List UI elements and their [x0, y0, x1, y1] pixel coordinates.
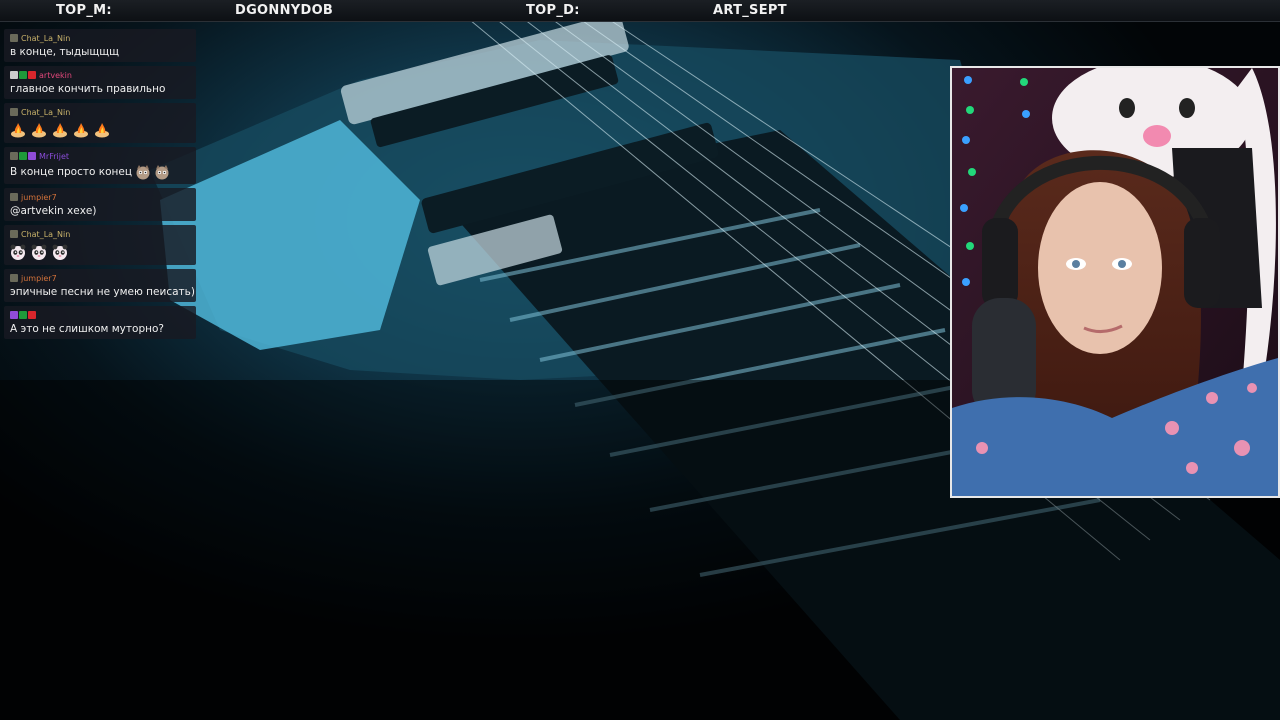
message-header: Chat_La_Nin [10, 106, 190, 118]
top-d-value: ART_SEPT [713, 3, 787, 18]
chat-username[interactable]: Chat_La_Nin [21, 230, 70, 239]
badge-icon [10, 274, 18, 282]
chat-text-content: в конце, тыдыщщщ [10, 46, 120, 58]
panda-emote [31, 244, 47, 260]
chat-text-content: главное кончить правильно [10, 83, 166, 95]
webcam-frame [950, 66, 1280, 498]
cat-emote [155, 165, 169, 180]
chat-text: эпичные песни не умею пеисать) [10, 286, 195, 298]
chat-text: В конце просто конец [10, 164, 190, 180]
badge-icon [10, 230, 18, 238]
chat-username[interactable]: artvekin [39, 71, 72, 80]
streamer-webcam-image [952, 68, 1278, 496]
chat-username[interactable]: jumpier7 [21, 274, 57, 283]
panda-emote [10, 244, 26, 260]
chat-text: в конце, тыдыщщщ [10, 46, 190, 58]
emote-row [10, 243, 190, 261]
chat-username[interactable]: jumpier7 [21, 193, 57, 202]
chat-text: главное кончить правильно [10, 83, 190, 95]
fire-emote [74, 123, 88, 138]
chat-panel: Chat_La_Nin в конце, тыдыщщщ artvekin гл… [4, 29, 196, 343]
message-header: Chat_La_Nin [10, 32, 190, 44]
top-m-label: TOP_M: [56, 3, 112, 18]
top-d-label: TOP_D: [526, 3, 580, 18]
chat-username[interactable]: Chat_La_Nin [21, 108, 70, 117]
panda-emote [52, 244, 68, 260]
chat-username[interactable]: MrFrijet [39, 152, 69, 161]
fire-emote [11, 123, 25, 138]
emote-row [10, 121, 190, 139]
message-header [10, 309, 190, 321]
badge-icon [28, 152, 36, 160]
badge-icon [19, 311, 27, 319]
chat-text-content: В конце просто конец [10, 166, 132, 178]
message-header: Chat_La_Nin [10, 228, 190, 240]
badge-icon [28, 311, 36, 319]
chat-message: artvekin главное кончить правильно [4, 66, 196, 99]
top-donors-bar: TOP_M: DGONNYDOB TOP_D: ART_SEPT [0, 0, 1280, 22]
badge-icon [28, 71, 36, 79]
fire-emote [95, 123, 109, 138]
chat-message: А это не слишком муторно? [4, 306, 196, 339]
cat-emote [136, 165, 150, 180]
message-header: MrFrijet [10, 150, 190, 162]
message-header: jumpier7 [10, 191, 190, 203]
chat-text-content: эпичные песни не умею пеисать) [10, 286, 195, 298]
chat-text: @artvekin хехе) [10, 205, 190, 217]
badge-icon [19, 152, 27, 160]
badge-icon [10, 311, 18, 319]
fire-emote [32, 123, 46, 138]
chat-message: Chat_La_Nin в конце, тыдыщщщ [4, 29, 196, 62]
chat-message: jumpier7 @artvekin хехе) [4, 188, 196, 221]
badge-icon [10, 71, 18, 79]
badge-icon [10, 108, 18, 116]
chat-message: Chat_La_Nin [4, 103, 196, 143]
chat-message: MrFrijet В конце просто конец [4, 147, 196, 184]
message-header: artvekin [10, 69, 190, 81]
chat-message: Chat_La_Nin [4, 225, 196, 265]
badge-icon [10, 152, 18, 160]
fire-emote [53, 123, 67, 138]
chat-text-content: @artvekin хехе) [10, 205, 97, 217]
chat-text: А это не слишком муторно? [10, 323, 190, 335]
chat-text-content: А это не слишком муторно? [10, 323, 164, 335]
message-header: jumpier7 [10, 272, 190, 284]
badge-icon [10, 34, 18, 42]
top-m-value: DGONNYDOB [235, 3, 334, 18]
badge-icon [10, 193, 18, 201]
chat-username[interactable]: Chat_La_Nin [21, 34, 70, 43]
chat-message: jumpier7 эпичные песни не умею пеисать) [4, 269, 196, 302]
badge-icon [19, 71, 27, 79]
